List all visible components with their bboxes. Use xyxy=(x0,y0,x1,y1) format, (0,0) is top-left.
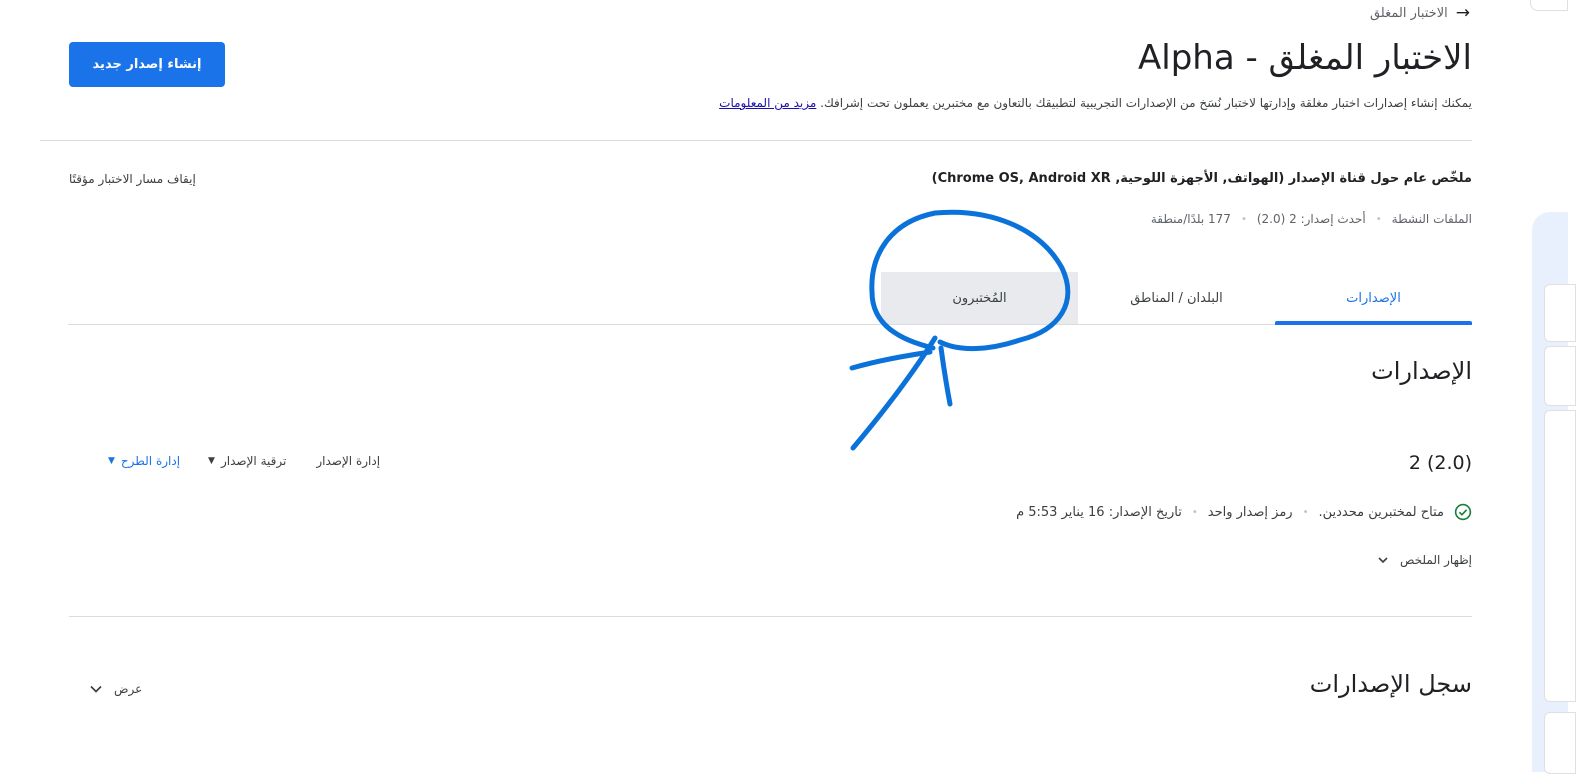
annotation-arrow-head-left xyxy=(849,349,933,371)
side-panel-top-edge xyxy=(1530,0,1568,11)
status-version-codes: رمز إصدار واحد xyxy=(1207,504,1293,520)
chevron-down-icon xyxy=(90,685,102,693)
view-history-label: عرض xyxy=(114,682,143,696)
status-separator: • xyxy=(1191,506,1198,518)
manage-release-button[interactable]: إدارة الإصدار xyxy=(316,454,380,468)
meta-countries: 177 بلدًا/منطقة xyxy=(1150,212,1231,226)
check-circle-icon xyxy=(1454,503,1472,521)
arrow-icon[interactable]: → xyxy=(1456,3,1470,23)
pause-track-button[interactable]: إيقاف مسار الاختبار مؤقتًا xyxy=(69,172,196,186)
meta-separator: • xyxy=(1375,213,1382,225)
release-name: 2 (2.0) xyxy=(1408,452,1472,474)
annotation-arrow-head-right xyxy=(938,345,953,407)
create-release-button[interactable]: إنشاء إصدار جديد xyxy=(69,42,225,87)
page-title: الاختبار المغلق - Alpha xyxy=(1138,38,1472,78)
track-summary: ملخّص عام حول قناة الإصدار (الهواتف, الأ… xyxy=(931,171,1472,186)
page-description: يمكنك إنشاء إصدارات اختبار مغلقة وإدارته… xyxy=(719,96,1472,110)
promote-release-button[interactable]: ▼ ترقية الإصدار xyxy=(208,454,286,468)
show-summary-toggle[interactable]: إظهار الملخص xyxy=(1376,553,1472,567)
status-release-date: تاريخ الإصدار: 16 يناير 5:53 م xyxy=(1016,504,1182,520)
tab-testers[interactable]: المُختبرون xyxy=(881,272,1078,324)
side-panel-card[interactable] xyxy=(1544,712,1576,774)
manage-rollout-label: إدارة الطرح xyxy=(120,454,181,468)
meta-latest-release: أحدث إصدار: 2 (2.0) xyxy=(1256,212,1366,226)
side-panel-card[interactable] xyxy=(1544,410,1576,702)
side-panel-card[interactable] xyxy=(1544,346,1576,406)
meta-active-files: الملفات النشطة xyxy=(1391,212,1472,226)
description-text: يمكنك إنشاء إصدارات اختبار مغلقة وإدارته… xyxy=(820,96,1472,110)
release-actions: ▼ إدارة الطرح ▼ ترقية الإصدار إدارة الإص… xyxy=(108,454,380,468)
tab-bar: الإصدارات البلدان / المناطق المُختبرون xyxy=(68,272,1472,325)
breadcrumb-label[interactable]: الاختبار المغلق xyxy=(1370,6,1448,21)
promote-release-label: ترقية الإصدار xyxy=(220,454,287,468)
dropdown-triangle-icon: ▼ xyxy=(208,456,215,466)
dropdown-triangle-icon: ▼ xyxy=(108,456,115,466)
status-availability: متاح لمختبرين محددين. xyxy=(1318,504,1444,520)
tab-countries[interactable]: البلدان / المناطق xyxy=(1078,272,1275,324)
history-heading: سجل الإصدارات xyxy=(1309,670,1472,698)
learn-more-link[interactable]: مزيد من المعلومات xyxy=(719,96,816,110)
annotation-arrow-line xyxy=(850,335,938,451)
view-history-toggle[interactable]: عرض xyxy=(88,681,142,697)
breadcrumb[interactable]: → الاختبار المغلق xyxy=(1370,3,1470,23)
releases-heading: الإصدارات xyxy=(1371,357,1472,385)
manage-release-label: إدارة الإصدار xyxy=(316,454,381,468)
section-divider xyxy=(69,616,1472,617)
track-meta: الملفات النشطة • أحدث إصدار: 2 (2.0) • 1… xyxy=(1151,212,1472,226)
hand-drawn-annotation xyxy=(849,209,1071,451)
meta-separator: • xyxy=(1240,213,1247,225)
side-panel-card[interactable] xyxy=(1544,284,1576,342)
chevron-down-icon xyxy=(1378,557,1388,564)
show-summary-label: إظهار الملخص xyxy=(1399,553,1472,567)
manage-rollout-button[interactable]: ▼ إدارة الطرح xyxy=(108,454,180,468)
header-divider xyxy=(40,140,1472,141)
status-separator: • xyxy=(1302,506,1309,518)
tab-releases[interactable]: الإصدارات xyxy=(1275,272,1472,325)
release-status: متاح لمختبرين محددين. • رمز إصدار واحد •… xyxy=(1016,503,1472,521)
